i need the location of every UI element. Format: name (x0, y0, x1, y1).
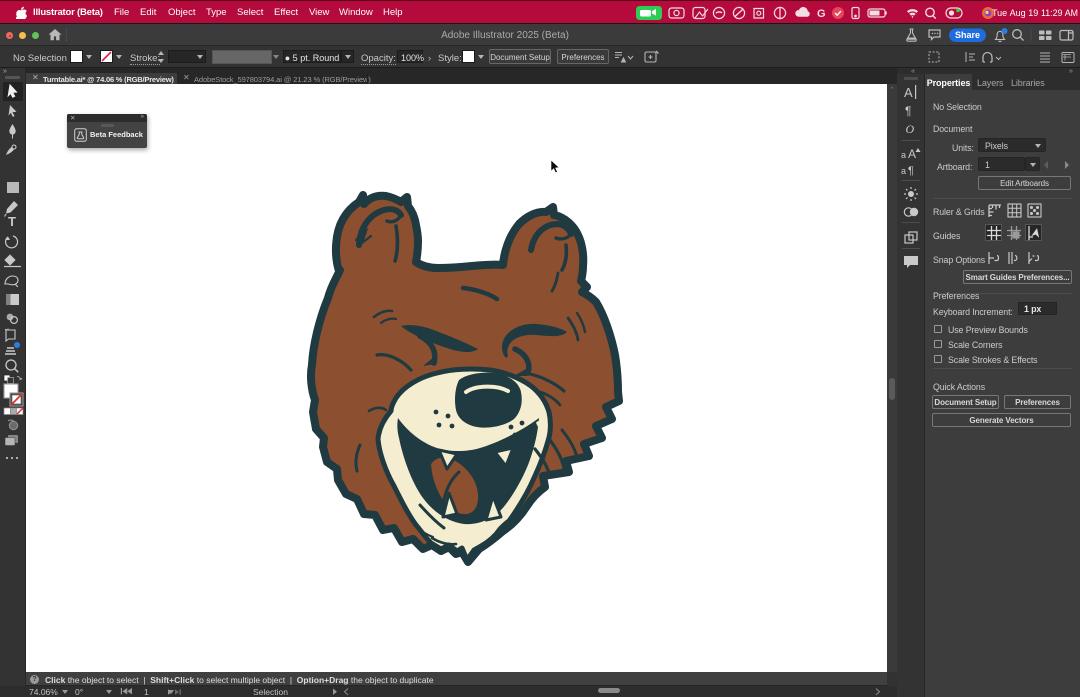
svg-text:¶: ¶ (908, 165, 914, 177)
svg-text:A: A (908, 147, 916, 161)
svg-text:Share: Share (955, 30, 980, 40)
svg-text:G: G (817, 8, 826, 20)
svg-text:¶: ¶ (905, 104, 911, 118)
svg-text:O: O (906, 122, 915, 136)
svg-text:T: T (8, 214, 16, 229)
svg-text:1: 1 (144, 688, 149, 696)
svg-text:a: a (901, 150, 906, 160)
svg-text:a: a (901, 166, 906, 176)
svg-text:A: A (904, 85, 913, 100)
